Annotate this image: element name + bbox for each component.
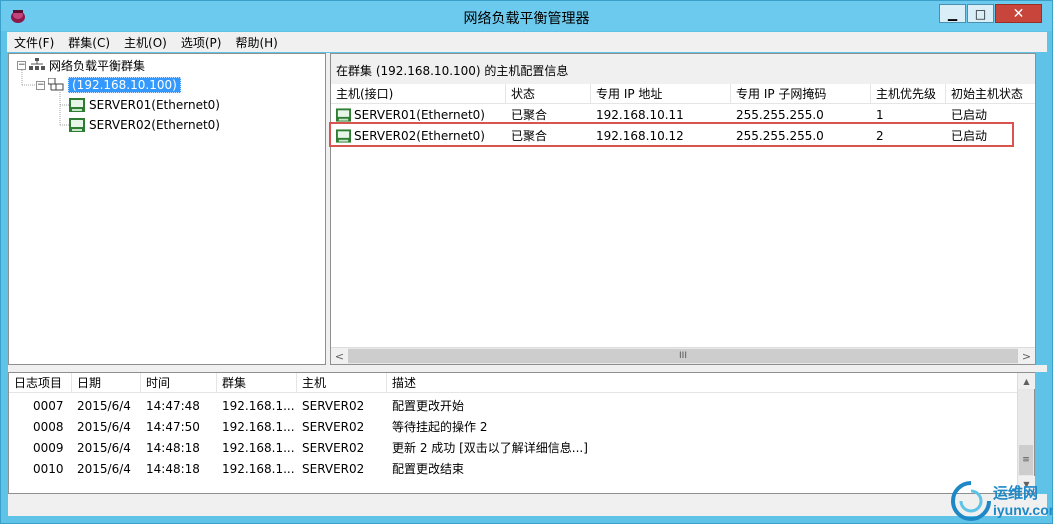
log-description: 配置更改结束 [392,462,465,476]
tree-host-item[interactable]: SERVER02(Ethernet0) [69,116,220,134]
col-log-description[interactable]: 描述 [387,373,1017,393]
title-bar[interactable]: 网络负载平衡管理器 ▁ □ ✕ [1,1,1052,31]
col-subnet-mask[interactable]: 专用 IP 子网掩码 [731,84,871,104]
col-log-id[interactable]: 日志项目 [9,373,72,393]
log-cluster: 192.168.1... [222,419,295,434]
tree-host-item[interactable]: SERVER01(Ethernet0) [69,96,220,114]
detail-header: 在群集 (192.168.10.100) 的主机配置信息 [331,54,1035,84]
scroll-up-button[interactable]: ▲ [1018,373,1035,389]
scroll-thumb[interactable]: III [348,349,1018,363]
cluster-tree-pane: − 网络负载平衡群集 − (192.168.10.100) SERVER01(E… [8,53,326,365]
col-log-host[interactable]: 主机 [297,373,387,393]
cell-host: SERVER01(Ethernet0) [331,108,506,122]
col-log-cluster[interactable]: 群集 [217,373,297,393]
menu-bar: 文件(F) 群集(C) 主机(O) 选项(P) 帮助(H) [7,32,1047,52]
log-row[interactable]: 0009 2015/6/4 14:48:18 192.168.1... SERV… [9,437,1034,458]
cell-ip: 192.168.10.12 [596,128,684,143]
menu-help[interactable]: 帮助(H) [228,34,284,51]
log-id: 0007 [33,398,64,413]
tree-host-label: SERVER01(Ethernet0) [89,98,220,112]
host-label: SERVER01(Ethernet0) [354,107,485,122]
log-description: 更新 2 成功 [双击以了解详细信息...] [392,441,588,455]
log-column-headers: 日志项目 日期 时间 群集 主机 描述 [9,373,1034,393]
watermark-logo: 运维网 iyunv.com [949,479,1053,523]
log-vertical-scrollbar[interactable]: ▲ ≡ ▼ [1017,373,1035,493]
log-date: 2015/6/4 [77,440,131,455]
window-title: 网络负载平衡管理器 [463,11,590,27]
log-row[interactable]: 0010 2015/6/4 14:48:18 192.168.1... SERV… [9,458,1034,479]
maximize-button[interactable]: □ [967,4,994,23]
log-date: 2015/6/4 [77,419,131,434]
log-time: 14:47:48 [146,398,200,413]
watermark-url: iyunv.com [993,502,1053,518]
cell-initial-state: 已启动 [951,129,988,143]
log-id: 0008 [33,419,64,434]
log-description: 等待挂起的操作 2 [392,420,488,434]
log-id: 0010 [33,461,64,476]
menu-file[interactable]: 文件(F) [7,34,61,51]
minimize-button[interactable]: ▁ [939,4,966,23]
close-button[interactable]: ✕ [995,4,1042,23]
menu-options[interactable]: 选项(P) [174,34,229,51]
log-time: 14:48:18 [146,440,200,455]
log-row[interactable]: 0008 2015/6/4 14:47:50 192.168.1... SERV… [9,416,1034,437]
log-cluster: 192.168.1... [222,440,295,455]
log-date: 2015/6/4 [77,461,131,476]
main-window: 网络负载平衡管理器 ▁ □ ✕ 文件(F) 群集(C) 主机(O) 选项(P) … [0,0,1053,524]
scroll-left-button[interactable]: < [331,348,348,364]
cell-ip: 192.168.10.11 [596,107,684,122]
log-time: 14:48:18 [146,461,200,476]
cell-mask: 255.255.255.0 [736,128,824,143]
log-host: SERVER02 [302,461,365,476]
tree-lines [21,70,69,126]
col-initial-state[interactable]: 初始主机状态 [946,84,1035,104]
log-cluster: 192.168.1... [222,461,295,476]
cell-mask: 255.255.255.0 [736,107,824,122]
scroll-right-button[interactable]: > [1018,348,1035,364]
log-cluster: 192.168.1... [222,398,295,413]
host-converged-icon [336,107,351,122]
cell-status: 已聚合 [511,129,548,143]
tree-host-label: SERVER02(Ethernet0) [89,118,220,132]
log-row[interactable]: 0007 2015/6/4 14:47:48 192.168.1... SERV… [9,395,1034,416]
col-host[interactable]: 主机(接口) [331,84,506,104]
col-log-time[interactable]: 时间 [141,373,217,393]
col-status[interactable]: 状态 [506,84,591,104]
cell-host: SERVER02(Ethernet0) [331,129,506,143]
log-description: 配置更改开始 [392,399,465,413]
host-label: SERVER02(Ethernet0) [354,128,485,143]
log-host: SERVER02 [302,398,365,413]
log-pane: 日志项目 日期 时间 群集 主机 描述 0007 2015/6/4 14:47:… [8,372,1035,494]
menu-host[interactable]: 主机(O) [117,34,174,51]
detail-column-headers: 主机(接口) 状态 专用 IP 地址 专用 IP 子网掩码 主机优先级 初始主机… [331,84,1035,104]
host-converged-icon [336,128,351,143]
log-id: 0009 [33,440,64,455]
cell-priority: 1 [876,107,884,122]
log-host: SERVER02 [302,440,365,455]
horizontal-splitter[interactable] [8,365,1047,372]
watermark-name: 运维网 [993,484,1039,502]
host-detail-pane: 在群集 (192.168.10.100) 的主机配置信息 主机(接口) 状态 专… [330,53,1036,365]
status-strip [8,494,1047,516]
scroll-thumb[interactable]: ≡ [1019,445,1033,475]
col-log-date[interactable]: 日期 [72,373,141,393]
watermark-swirl-icon [951,481,991,521]
table-row[interactable]: SERVER01(Ethernet0) 已聚合 192.168.10.11 25… [331,104,1035,125]
col-priority[interactable]: 主机优先级 [871,84,946,104]
table-row[interactable]: SERVER02(Ethernet0) 已聚合 192.168.10.12 25… [331,125,1035,146]
log-date: 2015/6/4 [77,398,131,413]
cell-priority: 2 [876,128,884,143]
log-host: SERVER02 [302,419,365,434]
menu-cluster[interactable]: 群集(C) [61,34,117,51]
log-time: 14:47:50 [146,419,200,434]
col-dedicated-ip[interactable]: 专用 IP 地址 [591,84,731,104]
detail-horizontal-scrollbar[interactable]: < III > [331,347,1035,364]
cell-status: 已聚合 [511,108,548,122]
cell-initial-state: 已启动 [951,108,988,122]
